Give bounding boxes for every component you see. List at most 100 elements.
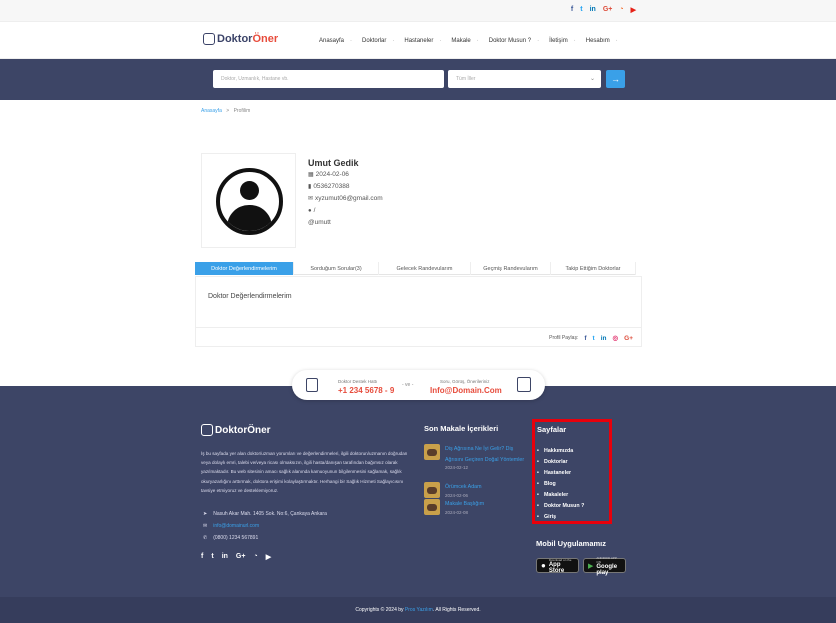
logo-icon — [203, 33, 215, 45]
twitter-icon[interactable]: t — [580, 6, 582, 14]
share-instagram-icon[interactable]: ◎ — [612, 334, 618, 342]
envelope-icon: ✉ — [308, 196, 314, 202]
tab-upcoming-appointments[interactable]: Gelecek Randevularım — [379, 262, 471, 275]
hospital-icon — [517, 377, 531, 392]
google-plus-icon[interactable]: G+ — [236, 553, 246, 561]
footer-phone: ✆ (0800) 1234 567891 — [203, 535, 258, 541]
article-date: 2024-02-12 — [445, 465, 469, 470]
page-link-hospitals[interactable]: Hastaneler — [537, 470, 571, 476]
page-link-blog[interactable]: Blog — [537, 481, 556, 487]
nav-item-contact[interactable]: İletişim — [549, 38, 568, 44]
footer-address: ➤ Nasuh Akar Mah. 1405 Sok. No:6, Çankaya… — [203, 511, 327, 517]
footer-logo[interactable]: Doktor Öner — [201, 424, 271, 436]
copyright-brand-link[interactable]: Pros Yazılım — [405, 607, 433, 613]
nav-separator: · — [439, 38, 442, 44]
breadcrumb-separator: > — [226, 108, 230, 114]
linkedin-icon[interactable]: in — [222, 553, 228, 561]
page-link-are-you-doctor[interactable]: Doktor Musun ? — [537, 503, 584, 509]
article-item[interactable]: Diş Ağrısına Ne İyi Gelir? Diş Ağrısını … — [424, 444, 525, 470]
share-facebook-icon[interactable]: f — [584, 335, 586, 342]
tab-doctor-reviews[interactable]: Doktor Değerlendirmelerim — [195, 262, 294, 275]
article-title[interactable]: Diş Ağrısına Ne İyi Gelir? Diş Ağrısını … — [445, 444, 525, 465]
share-google-plus-icon[interactable]: G+ — [624, 335, 633, 342]
nav-item-account[interactable]: Hesabım — [586, 38, 610, 44]
mobile-app-title: Mobil Uygulamamız — [536, 539, 607, 548]
page-link-doctors[interactable]: Doktorlar — [537, 459, 567, 465]
panel-title: Doktor Değerlendirmelerim — [208, 293, 292, 300]
city-select[interactable]: Tüm İller ⌄ — [448, 70, 601, 88]
article-item[interactable]: Örümcek Adam 2024-02-06 — [424, 482, 525, 498]
article-item[interactable]: Makale Başlığım 2024-02-08 — [424, 499, 525, 515]
linkedin-icon[interactable]: in — [590, 6, 596, 14]
divider — [196, 327, 641, 328]
phone-icon: ▮ — [308, 184, 312, 190]
copyright-bar: Copyrights © 2024 by Pros Yazılım. All R… — [0, 597, 836, 623]
top-social-links: f t in G+ ◔ ▶ — [571, 6, 636, 14]
support-line-number[interactable]: +1 234 5678 - 9 — [338, 386, 394, 395]
page-link-about[interactable]: Hakkımızda — [537, 448, 573, 454]
nav-item-article[interactable]: Makale — [451, 38, 470, 44]
site-logo[interactable]: Doktor Öner — [203, 33, 278, 45]
nav-item-are-you-doctor[interactable]: Doktor Musun ? — [489, 38, 531, 44]
search-input[interactable]: Doktor, Uzmanlık, Hastane vb. — [213, 70, 444, 88]
email-link[interactable]: info@domainurl.com — [213, 523, 259, 529]
tab-past-appointments[interactable]: Geçmiş Randevularım — [471, 262, 551, 275]
nav-item-hospitals[interactable]: Hastaneler — [404, 38, 433, 44]
navbar: Doktor Öner Anasayfa · Doktorlar · Hastane… — [0, 22, 836, 59]
phone-icon: ✆ — [203, 535, 208, 541]
rss-icon[interactable]: ◔ — [253, 553, 257, 561]
article-title[interactable]: Makale Başlığım — [445, 499, 525, 510]
page-link-login[interactable]: Giriş — [537, 514, 556, 520]
article-thumbnail — [424, 482, 440, 498]
facebook-icon[interactable]: f — [201, 553, 203, 561]
calendar-icon: ▦ — [308, 172, 314, 178]
facebook-icon[interactable]: f — [571, 6, 573, 14]
article-date: 2024-02-06 — [445, 492, 469, 498]
logo-text-part1: Doktor — [217, 33, 253, 45]
article-thumbnail — [424, 499, 440, 515]
nav-separator: · — [392, 38, 395, 44]
pages-section: Sayfalar Hakkımızda Doktorlar Hastaneler… — [532, 419, 612, 524]
footer-description: İş bu sayfada yer alan doktor/uzman yoru… — [201, 451, 408, 493]
tab-followed-doctors[interactable]: Takip Ettiğim Doktorlar — [551, 262, 636, 275]
search-button[interactable]: → — [606, 70, 625, 88]
pages-title: Sayfalar — [537, 425, 567, 434]
youtube-icon[interactable]: ▶ — [266, 553, 271, 561]
breadcrumb-home[interactable]: Anasayfa — [201, 108, 222, 114]
phone-text: (0800) 1234 567891 — [213, 535, 259, 541]
arrow-right-icon: → — [611, 74, 620, 84]
search-band: Doktor, Uzmanlık, Hastane vb. Tüm İller … — [0, 59, 836, 100]
nav-item-home[interactable]: Anasayfa — [319, 38, 344, 44]
article-thumbnail — [424, 444, 440, 460]
appstore-small-text: Download on the — [548, 557, 572, 562]
logo-icon — [201, 424, 213, 436]
main-nav: Anasayfa · Doktorlar · Hastaneler · Makale ·… — [319, 38, 628, 44]
share-linkedin-icon[interactable]: in — [601, 335, 607, 342]
breadcrumb-current: Profilim — [233, 108, 251, 114]
twitter-icon[interactable]: t — [211, 553, 213, 561]
doctor-support-icon — [306, 378, 318, 392]
location-arrow-icon: ➤ — [203, 511, 208, 517]
article-title[interactable]: Örümcek Adam — [445, 482, 525, 493]
footer — [0, 386, 836, 623]
youtube-icon[interactable]: ▶ — [631, 6, 636, 14]
page-link-articles[interactable]: Makaleler — [537, 492, 568, 498]
rss-icon[interactable]: ◔ — [619, 6, 623, 14]
google-play-button[interactable]: ▶ ANDROID APP ON Google play — [583, 556, 626, 576]
footer-logo-text-part2: Öner — [247, 424, 271, 436]
profile-date: 2024-02-06 — [315, 171, 349, 178]
avatar — [201, 153, 296, 248]
appstore-big-text: App Store — [548, 561, 565, 574]
nav-item-doctors[interactable]: Doktorlar — [362, 38, 386, 44]
feedback-email[interactable]: Info@Domain.Com — [430, 386, 502, 395]
logo-text-part2: Öner — [252, 33, 279, 45]
tab-asked-questions[interactable]: Sorduğum Sorular(3) — [294, 262, 379, 275]
share-twitter-icon[interactable]: t — [593, 335, 595, 342]
app-store-button[interactable]: ● Download on the App Store — [536, 557, 579, 574]
google-plus-icon[interactable]: G+ — [603, 6, 613, 14]
copyright-text: Copyrights © 2024 by — [355, 607, 404, 613]
nav-separator: · — [537, 38, 540, 44]
article-date: 2024-02-08 — [445, 509, 469, 515]
support-bar: Doktor Destek Hattı +1 234 5678 - 9 - ve… — [292, 370, 545, 400]
footer-logo-text-part1: Doktor — [215, 424, 248, 436]
